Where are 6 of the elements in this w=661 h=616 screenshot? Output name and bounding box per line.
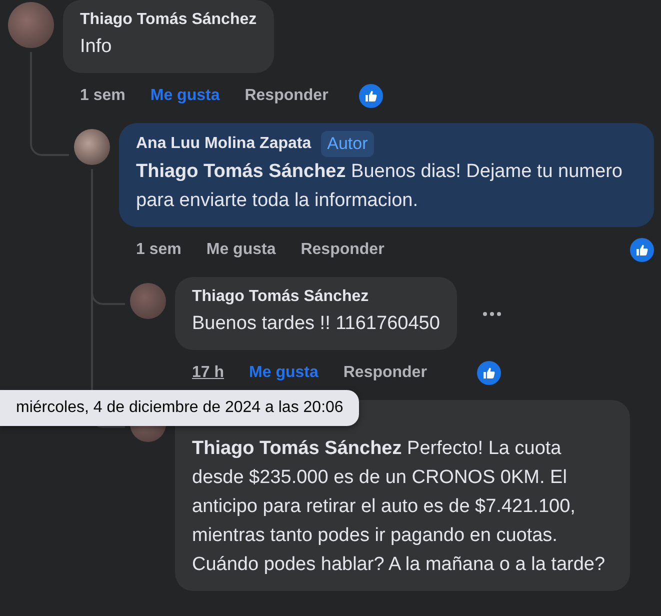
- date-tooltip: miércoles, 4 de diciembre de 2024 a las 20:06: [0, 390, 360, 426]
- comment-text: Buenos tardes !! 1161760450: [192, 312, 440, 336]
- comment-text: Thiago Tomás Sánchez Perfecto! La cuota desde $235.000 es de un CRONOS 0KM. El anticipo para retirar el auto es de $7.421.100, mientras tanto podes ir pagando en cuotas. Cuándo podes hablar? A la mañana o a la tarde?: [192, 437, 606, 577]
- author-badge: Autor: [321, 131, 374, 157]
- comment-text: Thiago Tomás Sánchez Buenos dias! Dejame tu numero para enviarte toda la informacion.: [136, 160, 624, 213]
- comment-text: Info: [80, 35, 113, 59]
